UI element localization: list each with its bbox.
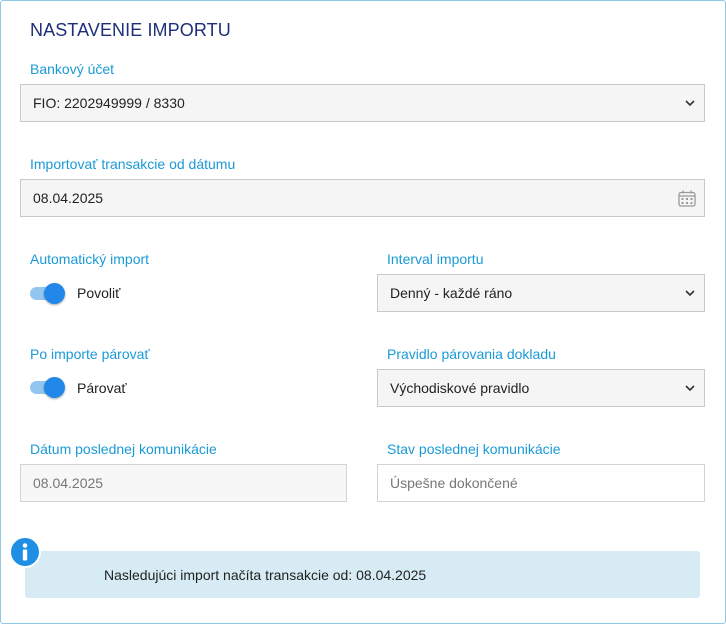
section-title: NASTAVENIE IMPORTU [30, 20, 231, 40]
bank-account-label: Bankový účet [30, 61, 115, 77]
last-communication-status-label: Stav poslednej komunikácie [387, 441, 561, 457]
pairing-rule-label: Pravidlo párovania dokladu [387, 346, 556, 362]
import-interval-select[interactable]: Denný - každé ráno [377, 274, 705, 312]
last-communication-date-label: Dátum poslednej komunikácie [30, 441, 217, 457]
import-interval-label: Interval importu [387, 251, 484, 267]
pair-after-import-toggle[interactable] [30, 376, 66, 398]
import-interval-value: Denný - každé ráno [390, 285, 513, 301]
toggle-knob [44, 283, 65, 304]
last-communication-date-field: 08.04.2025 [20, 464, 347, 502]
calendar-icon[interactable] [678, 190, 696, 207]
pair-after-import-toggle-label: Párovať [77, 380, 127, 396]
toggle-knob [44, 377, 65, 398]
info-icon [9, 536, 41, 568]
auto-import-label: Automatický import [30, 251, 150, 267]
import-from-value: 08.04.2025 [33, 190, 104, 206]
import-from-label: Importovať transakcie od dátumu [30, 156, 236, 172]
chevron-down-icon [685, 100, 695, 107]
info-message-text: Nasledujúci import načíta transakcie od:… [104, 567, 427, 583]
pairing-rule-select[interactable]: Východiskové pravidlo [377, 369, 705, 407]
bank-account-value: FIO: 2202949999 / 8330 [33, 95, 185, 111]
pairing-rule-value: Východiskové pravidlo [390, 380, 530, 396]
last-communication-status-value: Úspešne dokončené [390, 475, 518, 491]
import-from-date-input[interactable]: 08.04.2025 [20, 179, 705, 217]
pair-after-import-label: Po importe párovať [30, 346, 150, 362]
last-communication-status-field: Úspešne dokončené [377, 464, 705, 502]
chevron-down-icon [685, 290, 695, 297]
chevron-down-icon [685, 385, 695, 392]
bank-account-select[interactable]: FIO: 2202949999 / 8330 [20, 84, 705, 122]
auto-import-toggle-label: Povoliť [77, 285, 121, 301]
auto-import-toggle[interactable] [30, 282, 66, 304]
last-communication-date-value: 08.04.2025 [33, 475, 104, 491]
